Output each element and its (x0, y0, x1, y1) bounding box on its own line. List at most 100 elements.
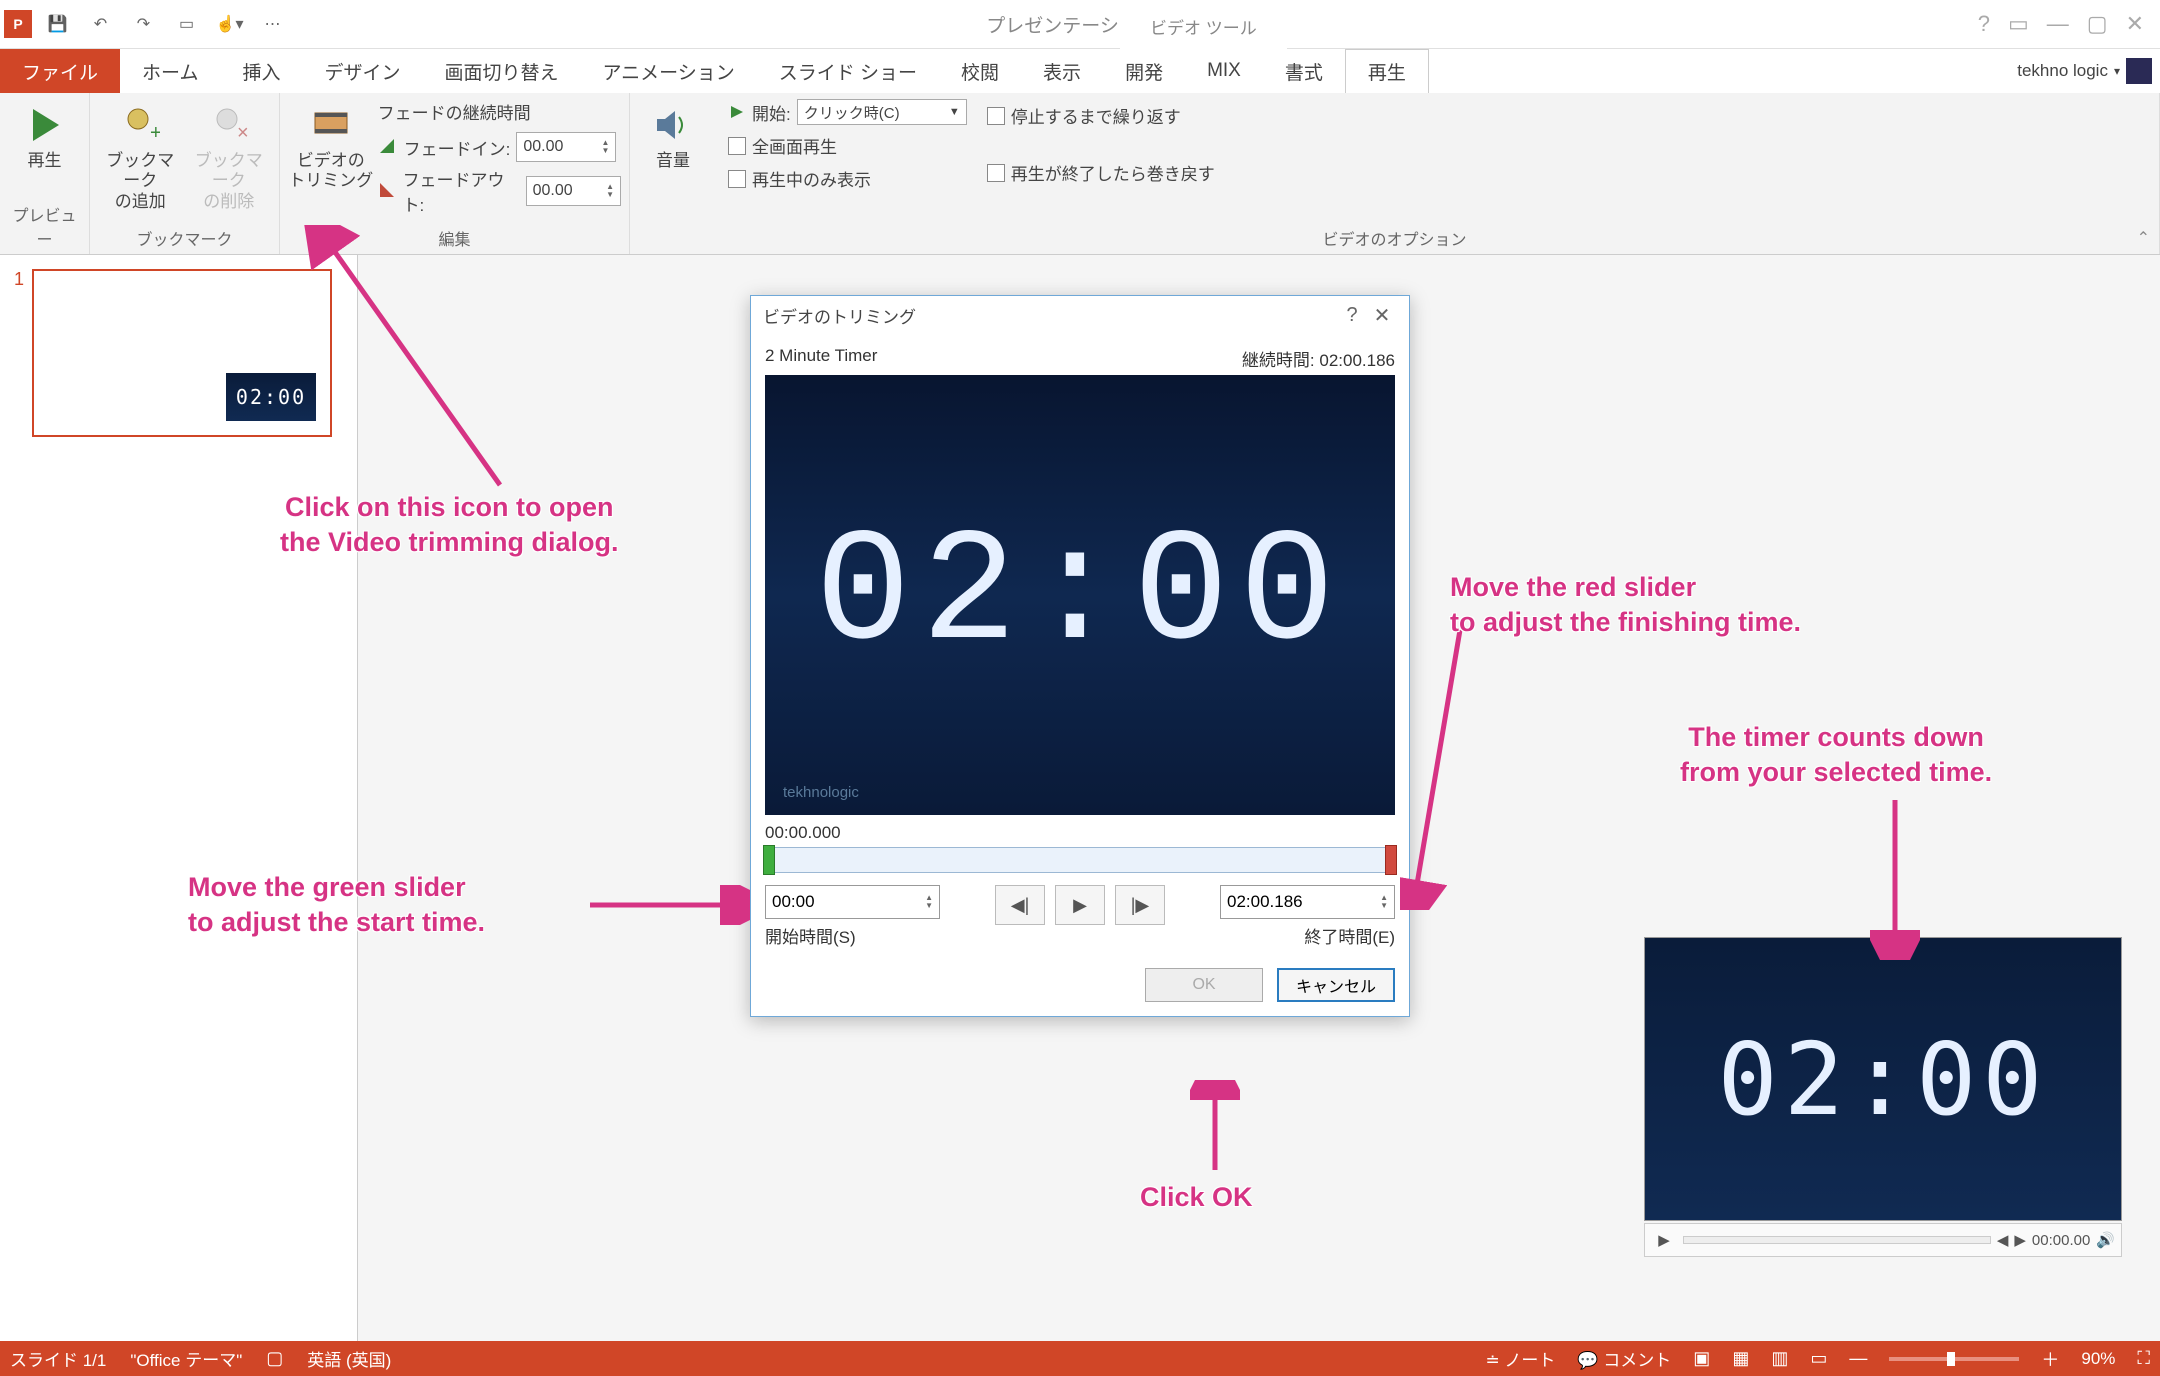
tab-animations[interactable]: アニメーション (581, 49, 757, 93)
player-time: 00:00.00 (2032, 1232, 2090, 1249)
user-avatar (2126, 58, 2152, 84)
save-icon[interactable]: 💾 (40, 7, 75, 42)
undo-icon[interactable]: ↶ (83, 7, 118, 42)
spellcheck-icon[interactable]: ▢ (266, 1348, 283, 1369)
tab-slideshow[interactable]: スライド ショー (757, 49, 939, 93)
sorter-view-icon[interactable]: ▦ (1732, 1348, 1749, 1369)
tab-developer[interactable]: 開発 (1103, 49, 1185, 93)
zoom-in-icon[interactable]: ＋ (2041, 1346, 2059, 1372)
fade-out-input[interactable]: 00.00▲▼ (526, 176, 621, 206)
tab-review[interactable]: 校閲 (939, 49, 1021, 93)
annotation-green-slider: Move the green slider to adjust the star… (188, 870, 485, 940)
svg-text:×: × (237, 122, 249, 144)
bookmark-add-icon: + (120, 105, 160, 145)
player-prev-icon[interactable]: ◀ (1997, 1231, 2009, 1249)
trim-video-dialog: ビデオのトリミング ? ✕ 2 Minute Timer 継続時間: 02:00… (750, 295, 1410, 1017)
user-account[interactable]: tekhno logic ▾ (2017, 49, 2160, 93)
fade-duration-label: フェードの継続時間 (378, 99, 621, 128)
tab-home[interactable]: ホーム (120, 49, 220, 93)
remove-bookmark-button: × ブックマーク の削除 (187, 97, 272, 212)
zoom-slider[interactable] (1889, 1357, 2019, 1361)
start-time-label: 開始時間(S) (765, 923, 940, 948)
zoom-level[interactable]: 90% (2081, 1349, 2115, 1369)
ribbon: 再生 プレビュー + ブックマーク の追加 × ブックマーク の削除 ブックマー… (0, 93, 2160, 255)
powerpoint-icon: P (4, 10, 32, 38)
ribbon-tabs: ファイル ホーム 挿入 デザイン 画面切り替え アニメーション スライド ショー… (0, 49, 2160, 93)
start-time-input[interactable]: 00:00▲▼ (765, 885, 940, 919)
group-video-options: ビデオのオプション (638, 224, 2151, 252)
end-time-label: 終了時間(E) (1220, 923, 1395, 948)
next-frame-button[interactable]: |▶ (1115, 885, 1165, 925)
play-button[interactable]: 再生 (8, 97, 81, 171)
play-preview-button[interactable]: ▶ (1055, 885, 1105, 925)
cancel-button[interactable]: キャンセル (1277, 968, 1395, 1002)
tab-design[interactable]: デザイン (302, 49, 422, 93)
thumb-video-preview: 02:00 (226, 373, 316, 421)
dialog-help-icon[interactable]: ? (1337, 304, 1367, 327)
zoom-out-icon[interactable]: — (1849, 1348, 1867, 1369)
fade-in-icon (378, 137, 398, 157)
film-icon (311, 105, 351, 145)
end-time-input[interactable]: 02:00.186▲▼ (1220, 885, 1395, 919)
player-next-icon[interactable]: ▶ (2014, 1231, 2026, 1249)
qat-more-icon[interactable]: ⋯ (255, 7, 290, 42)
dialog-current-time: 00:00.000 (765, 815, 1395, 847)
fade-in-input[interactable]: 00.00▲▼ (516, 132, 616, 162)
status-slide: スライド 1/1 (10, 1346, 106, 1371)
loop-checkbox[interactable] (987, 107, 1005, 125)
status-language[interactable]: 英語 (英国) (307, 1346, 391, 1371)
reading-view-icon[interactable]: ▥ (1771, 1348, 1788, 1369)
slide-thumbnail[interactable]: 02:00 (32, 269, 332, 437)
comments-button[interactable]: 💬 コメント (1577, 1346, 1671, 1371)
slideshow-icon[interactable]: ▭ (169, 7, 204, 42)
redo-icon[interactable]: ↷ (126, 7, 161, 42)
hide-checkbox[interactable] (728, 170, 746, 188)
player-track[interactable] (1683, 1236, 1991, 1244)
start-combo[interactable]: クリック時(C)▼ (797, 99, 967, 125)
dialog-close-icon[interactable]: ✕ (1367, 303, 1397, 328)
dialog-title: ビデオのトリミング (763, 303, 1337, 328)
tab-format[interactable]: 書式 (1263, 49, 1345, 93)
volume-button[interactable]: 音量 (638, 97, 708, 171)
rewind-checkbox[interactable] (987, 164, 1005, 182)
annotation-timer-counts: The timer counts down from your selected… (1680, 720, 1992, 790)
player-volume-icon[interactable]: 🔊 (2096, 1231, 2115, 1249)
fit-window-icon[interactable]: ⛶ (2137, 1348, 2150, 1369)
help-icon[interactable]: ? (1978, 11, 1990, 37)
prev-frame-button[interactable]: ◀| (995, 885, 1045, 925)
add-bookmark-button[interactable]: + ブックマーク の追加 (98, 97, 183, 212)
tab-file[interactable]: ファイル (0, 49, 120, 93)
dialog-duration: 継続時間: 02:00.186 (1242, 346, 1395, 371)
tab-view[interactable]: 表示 (1021, 49, 1103, 93)
ok-button[interactable]: OK (1145, 968, 1263, 1002)
maximize-icon[interactable]: ▢ (2087, 11, 2108, 37)
slide-number: 1 (14, 269, 24, 437)
start-slider[interactable] (763, 845, 775, 875)
play-icon (25, 105, 65, 145)
bookmark-remove-icon: × (209, 105, 249, 145)
video-watermark: tekhnologic (783, 784, 859, 801)
canvas-video[interactable]: 02:00 (1644, 937, 2122, 1221)
slideshow-view-icon[interactable]: ▭ (1810, 1348, 1827, 1369)
close-icon[interactable]: ✕ (2126, 11, 2144, 37)
player-play-icon[interactable]: ▶ (1651, 1231, 1677, 1249)
ribbon-options-icon[interactable]: ▭ (2008, 11, 2029, 37)
status-theme: "Office テーマ" (130, 1346, 242, 1371)
minimize-icon[interactable]: — (2047, 11, 2069, 37)
fullscreen-checkbox[interactable] (728, 137, 746, 155)
trim-track[interactable] (765, 847, 1395, 873)
touch-icon[interactable]: ☝▾ (212, 7, 247, 42)
tab-mix[interactable]: MIX (1185, 49, 1263, 93)
trim-video-button[interactable]: ビデオの トリミング (288, 97, 374, 192)
tab-playback[interactable]: 再生 (1345, 49, 1429, 93)
titlebar: P 💾 ↶ ↷ ▭ ☝▾ ⋯ プレゼンテーション1 - PowerPoint ?… (0, 0, 2160, 49)
normal-view-icon[interactable]: ▣ (1693, 1348, 1710, 1369)
collapse-ribbon-icon[interactable]: ⌃ (2137, 228, 2150, 248)
statusbar: スライド 1/1 "Office テーマ" ▢ 英語 (英国) ≐ ノート 💬 … (0, 1341, 2160, 1376)
tab-transitions[interactable]: 画面切り替え (422, 49, 580, 93)
group-bookmarks: ブックマーク (98, 224, 271, 252)
tab-insert[interactable]: 挿入 (220, 49, 302, 93)
notes-button[interactable]: ≐ ノート (1485, 1346, 1555, 1371)
end-slider[interactable] (1385, 845, 1397, 875)
slide-panel[interactable]: 1 02:00 (0, 255, 358, 1341)
